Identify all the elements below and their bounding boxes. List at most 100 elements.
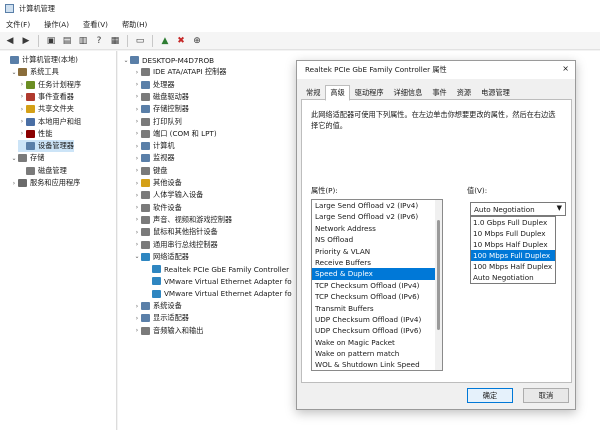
show-hide-tree-icon[interactable]: ▤ [60, 34, 74, 48]
help-icon[interactable]: ? [92, 34, 106, 48]
monitor-icon[interactable]: ▭ [133, 34, 147, 48]
tree-item[interactable]: 计算机管理(本地) [2, 54, 78, 66]
property-list-item[interactable]: TCP Checksum Offload (IPv6) [312, 291, 442, 302]
chevron-right-icon[interactable]: › [133, 204, 141, 211]
tree-item[interactable]: › 任务计划程序 [18, 79, 81, 91]
chevron-right-icon[interactable]: › [133, 241, 141, 248]
chevron-right-icon[interactable]: › [133, 216, 141, 223]
tree-item[interactable]: › 存储控制器 [133, 103, 189, 115]
chevron-right-icon[interactable]: › [133, 229, 141, 236]
tree-item[interactable]: › 人体学输入设备 [133, 189, 203, 201]
tree-item[interactable]: › 性能 [18, 128, 52, 140]
chevron-right-icon[interactable]: › [133, 118, 141, 125]
property-list-item[interactable]: Wake on Magic Packet [312, 337, 442, 348]
chevron-right-icon[interactable]: › [133, 81, 141, 88]
tree-item[interactable]: › 打印队列 [133, 116, 182, 128]
tree-item[interactable]: › 音频输入和输出 [133, 325, 203, 337]
tree-item[interactable]: › 本地用户和组 [18, 116, 81, 128]
tree-item[interactable]: 磁盘管理 [18, 165, 67, 177]
property-list-item[interactable]: Wake on pattern match [312, 348, 442, 359]
property-list-item[interactable]: NS Offload [312, 234, 442, 245]
value-option[interactable]: Auto Negotiation [471, 272, 555, 283]
chevron-right-icon[interactable]: › [133, 69, 141, 76]
chevron-right-icon[interactable]: › [133, 180, 141, 187]
chevron-right-icon[interactable]: › [133, 93, 141, 100]
tree-item[interactable]: › 声音、视频和游戏控制器 [133, 214, 232, 226]
menu-action[interactable]: 操作(A) [44, 20, 69, 30]
property-list-item[interactable]: Large Send Offload v2 (IPv4) [312, 200, 442, 211]
chevron-right-icon[interactable]: › [133, 155, 141, 162]
chevron-right-icon[interactable]: › [133, 327, 141, 334]
tree-item[interactable]: › 通用串行总线控制器 [133, 239, 218, 251]
value-option[interactable]: 100 Mbps Half Duplex [471, 261, 555, 272]
tree-item[interactable]: VMware Virtual Ethernet Adapter fo [144, 288, 292, 300]
value-option[interactable]: 100 Mbps Full Duplex [471, 250, 555, 261]
scrollbar-thumb[interactable] [437, 220, 440, 330]
chevron-right-icon[interactable]: › [133, 303, 141, 310]
scan-hardware-icon[interactable]: ⊕ [190, 34, 204, 48]
property-list-item[interactable]: WOL & Shutdown Link Speed [312, 359, 442, 370]
chevron-right-icon[interactable]: › [133, 167, 141, 174]
tree-item[interactable]: › 处理器 [133, 79, 175, 91]
tree-item[interactable]: › 事件查看器 [18, 91, 74, 103]
tree-item[interactable]: ⌄ DESKTOP-M4D7ROB [122, 54, 214, 66]
tree-item[interactable]: ⌄ 网络适配器 [133, 251, 189, 263]
tree-item[interactable]: VMware Virtual Ethernet Adapter fo [144, 275, 292, 287]
property-list-item[interactable]: Speed & Duplex [312, 268, 442, 280]
tree-item[interactable]: › 其他设备 [133, 177, 182, 189]
property-list-item[interactable]: Priority & VLAN [312, 246, 442, 257]
up-folder-icon[interactable]: ▣ [44, 34, 58, 48]
tree-item[interactable]: › 鼠标和其他指针设备 [133, 226, 218, 238]
property-list-item[interactable]: UDP Checksum Offload (IPv4) [312, 314, 442, 325]
property-list-item[interactable]: UDP Checksum Offload (IPv6) [312, 325, 442, 336]
tree-item[interactable]: › 端口 (COM 和 LPT) [133, 128, 217, 140]
tree-item[interactable]: Realtek PCIe GbE Family Controller [144, 263, 289, 275]
tree-item[interactable]: › 监视器 [133, 152, 175, 164]
tree-item[interactable]: › 计算机 [133, 140, 175, 152]
cancel-button[interactable]: 取消 [523, 388, 569, 403]
chevron-right-icon[interactable]: › [18, 93, 26, 100]
tree-item[interactable]: › 键盘 [133, 165, 167, 177]
property-list-item[interactable]: Network Address [312, 223, 442, 234]
chevron-right-icon[interactable]: › [133, 143, 141, 150]
chevron-right-icon[interactable]: › [18, 106, 26, 113]
value-option[interactable]: 10 Mbps Half Duplex [471, 239, 555, 250]
tab-1[interactable]: 高级 [325, 85, 350, 101]
value-option[interactable]: 1.0 Gbps Full Duplex [471, 217, 555, 228]
ok-button[interactable]: 确定 [467, 388, 513, 403]
value-combobox[interactable]: Auto Negotiation ▼ [470, 202, 566, 216]
tree-item[interactable]: › 服务和应用程序 [10, 177, 80, 189]
chevron-right-icon[interactable]: › [133, 192, 141, 199]
forward-icon[interactable]: ▶ [19, 34, 33, 48]
tree-item[interactable]: ⌄ 存储 [10, 152, 44, 164]
chevron-right-icon[interactable]: › [18, 81, 26, 88]
chevron-down-icon[interactable]: ⌄ [133, 253, 141, 260]
property-list[interactable]: Large Send Offload v2 (IPv4) Large Send O… [311, 199, 443, 371]
uninstall-icon[interactable]: ✖ [174, 34, 188, 48]
close-icon[interactable]: × [562, 64, 569, 73]
chevron-right-icon[interactable]: › [133, 315, 141, 322]
property-list-item[interactable]: Large Send Offload v2 (IPv6) [312, 211, 442, 222]
value-option[interactable]: 10 Mbps Full Duplex [471, 228, 555, 239]
menu-help[interactable]: 帮助(H) [122, 20, 147, 30]
update-driver-icon[interactable]: ▲ [158, 34, 172, 48]
tree-item[interactable]: › 共享文件夹 [18, 103, 74, 115]
menu-file[interactable]: 文件(F) [6, 20, 30, 30]
chevron-right-icon[interactable]: › [133, 106, 141, 113]
chevron-down-icon[interactable]: ⌄ [10, 155, 18, 162]
tree-item[interactable]: › 软件设备 [133, 202, 182, 214]
back-icon[interactable]: ◀ [3, 34, 17, 48]
refresh-view-icon[interactable]: ▦ [108, 34, 122, 48]
chevron-right-icon[interactable]: › [10, 180, 18, 187]
property-list-scrollbar[interactable] [435, 200, 442, 370]
property-list-item[interactable]: Transmit Buffers [312, 303, 442, 314]
chevron-down-icon[interactable]: ▼ [557, 204, 562, 212]
chevron-right-icon[interactable]: › [18, 118, 26, 125]
tree-item[interactable]: › 系统设备 [133, 300, 182, 312]
chevron-down-icon[interactable]: ⌄ [122, 57, 130, 64]
tree-item[interactable]: › 显示适配器 [133, 312, 189, 324]
property-list-item[interactable]: Receive Buffers [312, 257, 442, 268]
value-dropdown-list[interactable]: 1.0 Gbps Full Duplex 10 Mbps Full Duplex 1… [470, 216, 556, 284]
chevron-right-icon[interactable]: › [133, 130, 141, 137]
tree-item[interactable]: › IDE ATA/ATAPI 控制器 [133, 66, 226, 78]
